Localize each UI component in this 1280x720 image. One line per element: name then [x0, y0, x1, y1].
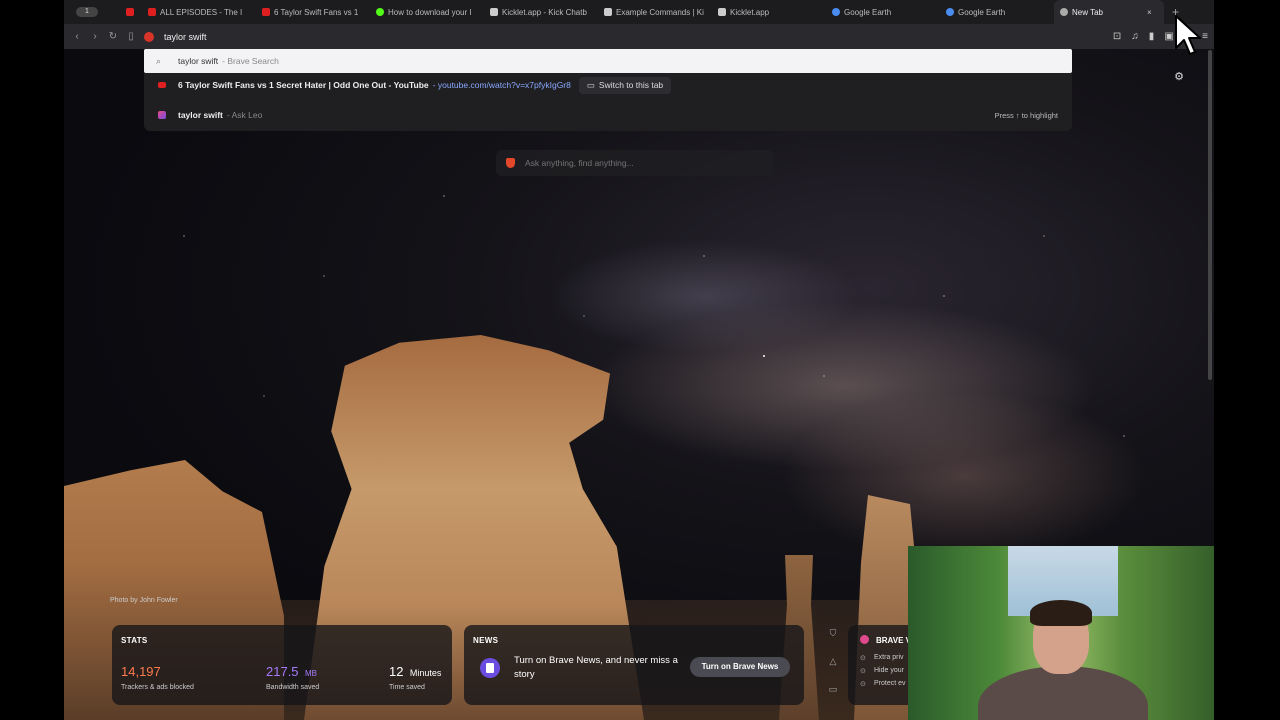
suggestion-query: taylor swift	[178, 110, 223, 120]
kick-icon	[376, 8, 384, 16]
tab-title: Kicklet.app - Kick Chatb	[502, 7, 587, 17]
kicklet-icon	[490, 8, 498, 16]
close-tab-icon[interactable]: ×	[1147, 8, 1152, 17]
highlight-hint: Press ↑ to highlight	[994, 110, 1058, 120]
rewards-icon[interactable]: ▭	[819, 684, 847, 712]
search-box[interactable]	[496, 150, 774, 176]
media-icon[interactable]: ♫	[1131, 31, 1139, 42]
tab-title: Google Earth	[958, 7, 1006, 17]
reload-icon[interactable]: ↻	[104, 31, 122, 42]
tab-new-tab[interactable]: New Tab ×	[1054, 0, 1164, 24]
switch-to-tab-button[interactable]: ▭ Switch to this tab	[578, 76, 672, 94]
tab-youtube-pinned[interactable]	[120, 0, 142, 24]
gear-icon[interactable]: ⚙	[1174, 70, 1184, 83]
vpn-shield-icon[interactable]: ⛉	[819, 628, 847, 656]
suggestion-url: - youtube.com/watch?v=x7pfykIgGr8	[432, 80, 571, 90]
brave-icon	[1060, 8, 1068, 16]
search-icon: ⌕	[156, 55, 162, 66]
suggestion-query: taylor swift	[178, 56, 219, 66]
tab-title: 6 Taylor Swift Fans vs 1	[274, 7, 359, 17]
earth-icon	[946, 8, 954, 16]
suggestion-ask-leo[interactable]: taylor swift - Ask Leo Press ↑ to highli…	[144, 103, 1072, 127]
vpn-icon	[860, 635, 869, 644]
youtube-icon	[148, 8, 156, 16]
tab-title: How to download your I	[388, 7, 472, 17]
time-stat: 12 Minutes Time saved	[389, 663, 441, 691]
vpn-feature: Hide your	[860, 667, 904, 675]
trackers-stat: 14,197 Trackers & ads blocked	[121, 663, 194, 691]
kicklet-icon	[718, 8, 726, 16]
time-label: Time saved	[389, 684, 425, 691]
search-input[interactable]	[525, 158, 745, 168]
screen: 1 ALL EPISODES - The I 6 Taylor Swift Fa…	[0, 0, 1280, 720]
omnibox-dropdown: ⌕ taylor swift - Brave Search 6 Taylor S…	[144, 49, 1072, 131]
tab-switch-icon: ▭	[586, 79, 595, 90]
news-description: Turn on Brave News, and never miss a sto…	[514, 655, 678, 680]
wallet-icon[interactable]: ▣	[1164, 31, 1173, 42]
switch-to-tab-label: Switch to this tab	[598, 80, 664, 90]
tab-strip: 1 ALL EPISODES - The I 6 Taylor Swift Fa…	[64, 0, 1214, 24]
turn-on-news-button[interactable]: Turn on Brave News	[690, 657, 790, 677]
brave-logo-icon	[506, 158, 515, 168]
scrollbar[interactable]	[1208, 50, 1212, 380]
suggestion-source: - Ask Leo	[226, 110, 263, 120]
tab-counter[interactable]: 1	[76, 7, 98, 17]
bandwidth-label: Bandwidth saved	[266, 684, 320, 691]
tab-how-to-download[interactable]: How to download your I	[370, 0, 484, 24]
suggestion-source: - Brave Search	[222, 56, 279, 66]
tab-title: Google Earth	[844, 7, 892, 17]
tab-title: ALL EPISODES - The I	[160, 7, 243, 17]
tab-title: Example Commands | Ki	[616, 7, 704, 17]
suggestion-open-tab[interactable]: 6 Taylor Swift Fans vs 1 Secret Hater | …	[144, 73, 1072, 97]
tab-title: New Tab	[1072, 7, 1103, 17]
forward-icon[interactable]: ›	[86, 31, 104, 42]
brave-search-icon	[144, 31, 154, 42]
tab-taylor-swift-video[interactable]: 6 Taylor Swift Fans vs 1	[256, 0, 370, 24]
bookmark-icon[interactable]: ▯	[122, 31, 140, 42]
tab-title: Kicklet.app	[730, 7, 770, 17]
news-icon	[480, 658, 500, 678]
suggestion-title: 6 Taylor Swift Fans vs 1 Secret Hater | …	[178, 80, 429, 90]
bandwidth-unit: MB	[305, 669, 317, 678]
vpn-feature: Protect ev	[860, 680, 905, 688]
stats-title: STATS	[121, 636, 148, 645]
mouse-cursor-icon	[1175, 15, 1201, 55]
tab-example-commands[interactable]: Example Commands | Ki	[598, 0, 712, 24]
leo-icon	[158, 111, 166, 119]
vpn-title: BRAVE V	[876, 636, 911, 645]
news-widget: NEWS Turn on Brave News, and never miss …	[464, 625, 804, 705]
toolbar: ‹ › ↻ ▯ ⊡ ♫ ▮ ▣ ✧ ≡	[64, 24, 1214, 49]
webcam-person-hair	[1030, 600, 1092, 626]
news-title: NEWS	[473, 636, 499, 645]
trackers-label: Trackers & ads blocked	[121, 684, 194, 691]
vpn-feature: Extra priv	[860, 654, 903, 662]
talk-icon[interactable]: △	[819, 656, 847, 684]
webcam-overlay	[908, 546, 1214, 720]
widget-side-rail: ⛉ △ ▭	[819, 628, 847, 704]
url-input[interactable]	[164, 31, 564, 42]
youtube-icon	[126, 8, 134, 16]
tab-all-episodes[interactable]: ALL EPISODES - The I	[142, 0, 256, 24]
youtube-icon	[262, 8, 270, 16]
tab-kicklet-app[interactable]: Kicklet.app	[712, 0, 826, 24]
tab-kicklet-chatbot[interactable]: Kicklet.app - Kick Chatb	[484, 0, 598, 24]
earth-icon	[832, 8, 840, 16]
tab-google-earth-1[interactable]: Google Earth	[826, 0, 940, 24]
suggestion-brave-search[interactable]: ⌕ taylor swift - Brave Search	[144, 49, 1072, 73]
stats-widget: STATS 14,197 Trackers & ads blocked 217.…	[112, 625, 452, 705]
bandwidth-stat: 217.5 MB Bandwidth saved	[266, 663, 319, 691]
time-value: 12	[389, 664, 404, 679]
trackers-value: 14,197	[121, 664, 161, 679]
tab-google-earth-2[interactable]: Google Earth	[940, 0, 1054, 24]
youtube-icon	[158, 82, 166, 88]
webcam-person-body	[978, 666, 1148, 720]
sidebar-icon[interactable]: ▮	[1149, 31, 1155, 42]
back-icon[interactable]: ‹	[68, 31, 86, 42]
photo-credit[interactable]: Photo by John Fowler	[110, 597, 178, 604]
screenshot-icon[interactable]: ⊡	[1113, 31, 1121, 42]
bandwidth-value: 217.5	[266, 664, 299, 679]
kicklet-icon	[604, 8, 612, 16]
time-unit: Minutes	[409, 668, 442, 678]
address-bar[interactable]	[144, 24, 1070, 49]
